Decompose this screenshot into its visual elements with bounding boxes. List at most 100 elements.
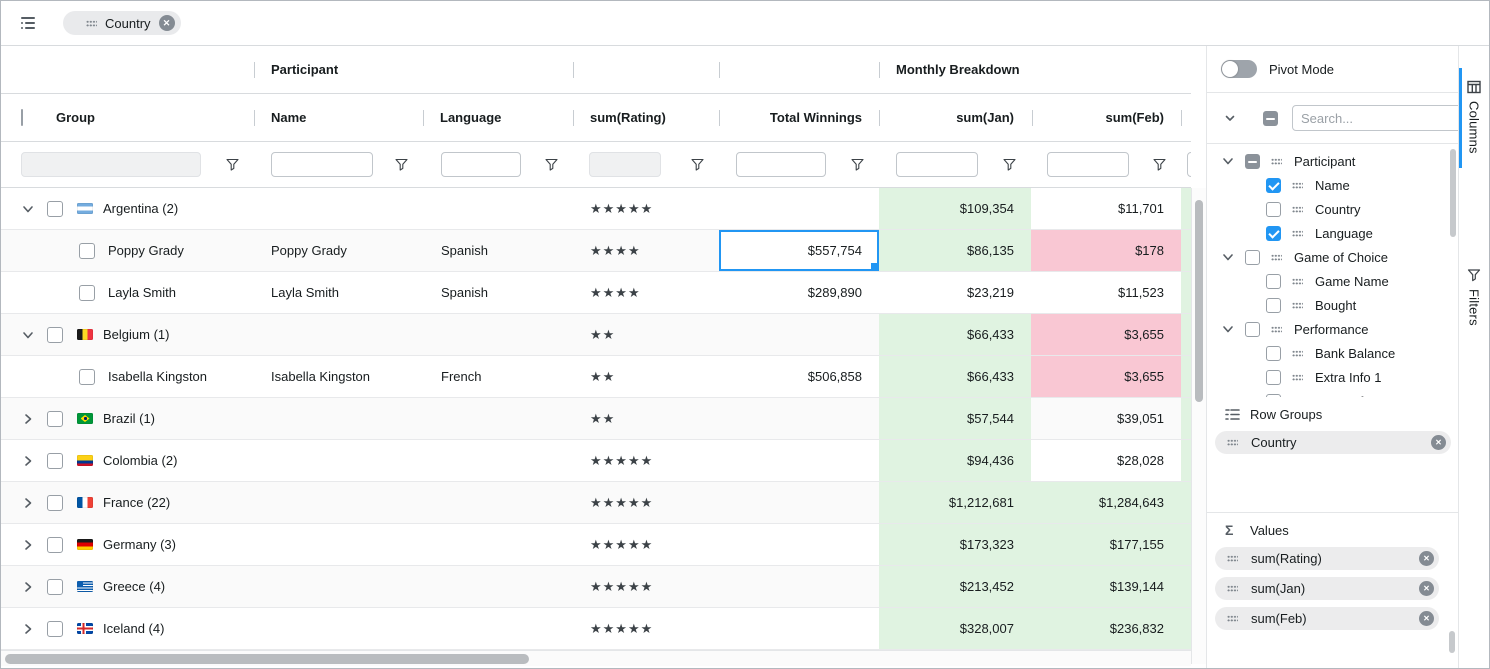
cell-total-winnings[interactable] [719,188,879,229]
column-visibility-checkbox[interactable] [1245,250,1260,265]
filter-funnel-icon[interactable] [1003,158,1016,171]
column-visibility-checkbox[interactable] [1266,274,1281,289]
cell-sum-feb[interactable]: $11,701 [1031,188,1181,229]
filter-funnel-icon[interactable] [1153,158,1166,171]
focused-cell[interactable]: $557,754 [719,230,879,271]
collapse-group-icon[interactable] [21,202,35,216]
cell-name[interactable] [254,398,423,439]
horizontal-scrollbar-thumb[interactable] [5,654,529,664]
cell-language[interactable]: French [423,356,573,397]
cell-name[interactable] [254,566,423,607]
select-all-columns-checkbox[interactable] [1263,111,1278,126]
pivot-mode-toggle[interactable] [1221,60,1257,78]
cell-rating[interactable]: ★★★★ [573,230,719,271]
column-tree-item-bank-balance[interactable]: Bank Balance [1207,341,1458,365]
remove-row-group-icon[interactable]: ✕ [159,15,175,31]
filter-funnel-icon[interactable] [226,158,239,171]
cell-sum-jan[interactable]: $86,135 [879,230,1031,271]
remove-pill-icon[interactable]: ✕ [1419,551,1434,566]
cell-sum-jan[interactable]: $109,354 [879,188,1031,229]
cell-sum-feb[interactable]: $177,155 [1031,524,1181,565]
column-visibility-checkbox[interactable] [1245,322,1260,337]
leaf-row[interactable]: Layla SmithLayla SmithSpanish★★★★$289,89… [1,272,1191,314]
column-visibility-checkbox[interactable] [1266,346,1281,361]
cell-language[interactable] [423,188,573,229]
side-bar-tab-columns[interactable]: Columns [1459,68,1489,168]
cell-sum-jan[interactable]: $328,007 [879,608,1031,649]
cell-name[interactable]: Isabella Kingston [254,356,423,397]
pill-sum-feb-[interactable]: sum(Feb)✕ [1215,607,1439,630]
column-tree-item-game-name[interactable]: Game Name [1207,269,1458,293]
column-tree-item-extra-info-2[interactable]: Extra Info 2 [1207,389,1458,397]
cell-name[interactable]: Poppy Grady [254,230,423,271]
cell-total-winnings[interactable]: $289,890 [719,272,879,313]
column-header-sum-rating-[interactable]: sum(Rating) [590,94,666,142]
filter-input-sum-feb-[interactable] [1047,152,1129,177]
expand-group-icon[interactable] [21,454,35,468]
filter-funnel-icon[interactable] [691,158,704,171]
row-group-chip-country[interactable]: Country ✕ [63,11,181,35]
cell-language[interactable] [423,398,573,439]
column-tree-item-language[interactable]: Language [1207,221,1458,245]
pill-country[interactable]: Country✕ [1215,431,1451,454]
filter-input-language[interactable] [441,152,521,177]
leaf-row[interactable]: Poppy GradyPoppy GradySpanish★★★★$557,75… [1,230,1191,272]
column-header-name[interactable]: Name [271,94,306,142]
cell-total-winnings[interactable] [719,566,879,607]
cell-sum-feb[interactable]: $11,523 [1031,272,1181,313]
cell-total-winnings[interactable] [719,398,879,439]
expand-group-icon[interactable] [21,538,35,552]
group-row-iceland[interactable]: Iceland (4)★★★★★$328,007$236,832 [1,608,1191,650]
row-checkbox[interactable] [47,201,63,217]
group-row-argentina[interactable]: Argentina (2)★★★★★$109,354$11,701 [1,188,1191,230]
pill-sum-rating-[interactable]: sum(Rating)✕ [1215,547,1439,570]
vertical-scrollbar-thumb[interactable] [1195,200,1203,402]
cell-sum-feb[interactable]: $3,655 [1031,314,1181,355]
cell-total-winnings[interactable] [719,314,879,355]
cell-sum-jan[interactable]: $94,436 [879,440,1031,481]
row-checkbox[interactable] [47,621,63,637]
collapse-group-icon[interactable] [21,328,35,342]
cell-sum-feb[interactable]: $139,144 [1031,566,1181,607]
filter-input-name[interactable] [271,152,373,177]
cell-sum-feb[interactable]: $3,655 [1031,356,1181,397]
group-row-france[interactable]: France (22)★★★★★$1,212,681$1,284,643 [1,482,1191,524]
horizontal-scrollbar[interactable] [1,650,1191,666]
cell-total-winnings[interactable]: $506,858 [719,356,879,397]
column-header-language[interactable]: Language [440,94,501,142]
cell-language[interactable] [423,608,573,649]
expand-all-chevron-icon[interactable] [1223,111,1237,125]
cell-language[interactable]: Spanish [423,272,573,313]
cell-rating[interactable]: ★★★★★ [573,440,719,481]
column-tree-item-game-of-choice[interactable]: Game of Choice [1207,245,1458,269]
column-search-input[interactable] [1292,105,1458,131]
side-bar-tab-filters[interactable]: Filters [1459,256,1489,340]
row-checkbox[interactable] [47,495,63,511]
expand-group-icon[interactable] [21,622,35,636]
cell-name[interactable]: Layla Smith [254,272,423,313]
filter-input-group[interactable] [21,152,201,177]
cell-sum-jan[interactable]: $213,452 [879,566,1031,607]
cell-sum-jan[interactable]: $23,219 [879,272,1031,313]
column-header-total-winnings[interactable]: Total Winnings [719,94,862,142]
group-row-belgium[interactable]: Belgium (1)★★$66,433$3,655 [1,314,1191,356]
cell-name[interactable] [254,188,423,229]
cell-total-winnings[interactable] [719,608,879,649]
row-checkbox[interactable] [47,537,63,553]
column-header-sum-jan-[interactable]: sum(Jan) [879,94,1014,142]
column-tree-scrollbar-thumb[interactable] [1450,149,1456,237]
cell-rating[interactable]: ★★★★★ [573,608,719,649]
vertical-scrollbar[interactable] [1191,188,1206,664]
cell-language[interactable] [423,482,573,523]
group-row-greece[interactable]: Greece (4)★★★★★$213,452$139,144 [1,566,1191,608]
row-checkbox[interactable] [79,369,95,385]
group-row-brazil[interactable]: Brazil (1)★★$57,544$39,051 [1,398,1191,440]
cell-language[interactable] [423,524,573,565]
cell-rating[interactable]: ★★★★ [573,272,719,313]
cell-total-winnings[interactable] [719,482,879,523]
values-scrollbar-thumb[interactable] [1449,631,1455,653]
column-tree-item-bought[interactable]: Bought [1207,293,1458,317]
cell-language[interactable] [423,314,573,355]
cell-rating[interactable]: ★★ [573,314,719,355]
cell-rating[interactable]: ★★★★★ [573,482,719,523]
